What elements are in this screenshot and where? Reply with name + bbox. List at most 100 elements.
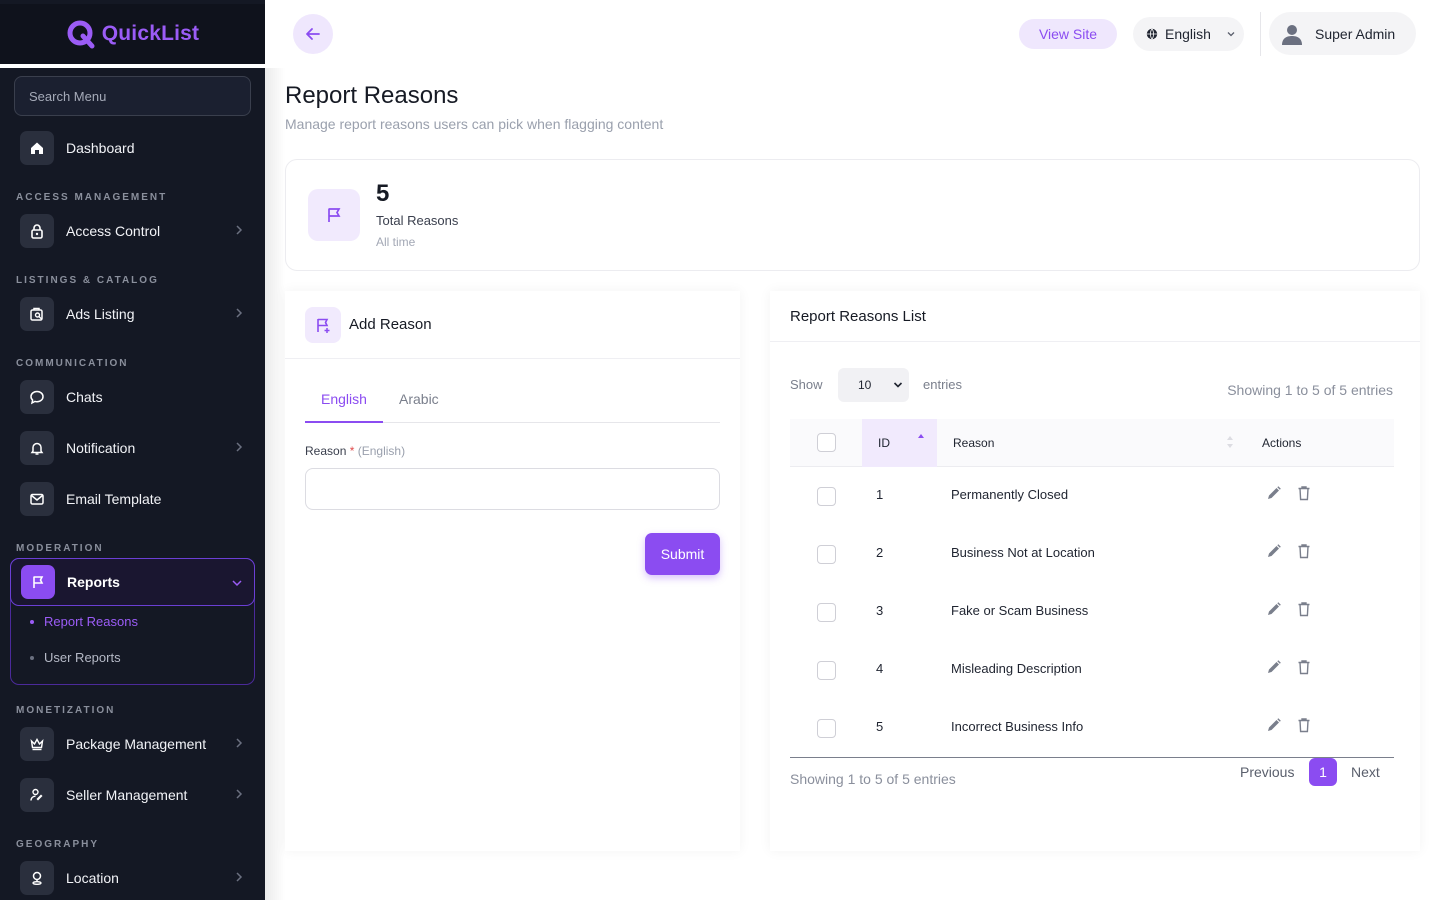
sidebar-item-ads-listing[interactable]: Ads Listing [20,296,248,332]
flag-icon [308,189,360,241]
user-menu[interactable]: Super Admin [1269,12,1416,55]
sidebar-item-label: Ads Listing [66,306,135,322]
row-id: 3 [876,603,884,618]
row-actions [1266,601,1312,617]
add-reason-title: Add Reason [349,316,432,333]
sidebar-item-location[interactable]: Location [20,860,248,896]
list-title: Report Reasons List [790,308,926,325]
add-reason-card: Add Reason English Arabic Reason * (Engl… [285,291,740,851]
sidebar-item-access-control[interactable]: Access Control [20,213,248,249]
app-name: QuickList [101,22,200,45]
entries-select[interactable]: 10 [838,368,909,402]
sidebar-item-dashboard[interactable]: Dashboard [20,130,248,166]
pagination-next[interactable]: Next [1351,764,1380,780]
reason-input[interactable] [305,468,720,510]
section-label-moderation: MODERATION [16,543,104,554]
delete-icon[interactable] [1296,717,1312,733]
column-header-id[interactable]: ID [878,436,890,450]
chevron-down-icon [1227,32,1235,37]
pagination-page-1[interactable]: 1 [1309,758,1337,786]
column-header-reason[interactable]: Reason [953,436,994,450]
row-reason: Misleading Description [951,661,1082,676]
delete-icon[interactable] [1296,601,1312,617]
row-id: 1 [876,487,884,502]
table-bottom-border [790,757,1394,758]
sidebar-item-label: Notification [66,440,136,456]
sidebar-item-label: Dashboard [66,140,135,156]
sidebar-item-chats[interactable]: Chats [20,379,248,415]
edit-icon[interactable] [1266,485,1282,501]
tab-arabic[interactable]: Arabic [399,391,439,423]
list-header: Report Reasons List [770,291,1420,342]
sidebar-item-label: Package Management [66,736,207,752]
report-reasons-list-card: Report Reasons List Show 10 entries Show… [770,291,1420,851]
avatar [1282,24,1302,45]
sidebar-item-reports[interactable]: Reports [10,558,255,606]
row-id: 4 [876,661,884,676]
search-menu-input[interactable] [14,76,251,116]
select-all-checkbox[interactable] [817,433,836,452]
sidebar-subitem-user-reports[interactable]: User Reports [30,650,121,665]
table-row: 2 Business Not at Location [790,525,1394,583]
row-actions [1266,659,1312,675]
sidebar-item-package-management[interactable]: Package Management [20,726,248,762]
stat-value: 5 [376,180,390,207]
reason-label-text: Reason [305,444,347,458]
location-pin-icon [20,861,54,895]
stat-sublabel: All time [376,235,416,249]
row-checkbox[interactable] [817,661,836,680]
add-reason-header: Add Reason [285,291,740,359]
view-site-button[interactable]: View Site [1019,19,1117,49]
sort-asc-icon [918,434,924,438]
sidebar-subitem-label: User Reports [44,650,121,665]
row-checkbox[interactable] [817,545,836,564]
sidebar-item-notification[interactable]: Notification [20,430,248,466]
bullet-dot [30,619,34,624]
bell-icon [20,431,54,465]
row-id: 5 [876,719,884,734]
chevron-right-icon [236,872,243,882]
listing-search-icon [20,297,54,331]
delete-icon[interactable] [1296,659,1312,675]
page-title: Report Reasons [285,82,459,109]
sidebar-subitem-report-reasons[interactable]: Report Reasons [30,614,138,629]
edit-icon[interactable] [1266,601,1282,617]
stat-label: Total Reasons [376,213,459,228]
edit-icon[interactable] [1266,659,1282,675]
edit-icon[interactable] [1266,717,1282,733]
sidebar-item-label: Seller Management [66,787,188,803]
back-button[interactable] [293,14,333,54]
row-checkbox[interactable] [817,487,836,506]
showing-info-top: Showing 1 to 5 of 5 entries [1227,382,1393,398]
table-row: 1 Permanently Closed [790,467,1394,525]
chevron-down-icon [232,580,242,587]
language-selector[interactable]: English [1133,17,1244,51]
chevron-right-icon [236,308,243,318]
delete-icon[interactable] [1296,543,1312,559]
row-checkbox[interactable] [817,603,836,622]
crown-icon [20,727,54,761]
table-header: ID Reason Actions [790,419,1394,467]
sidebar-item-label: Access Control [66,223,161,239]
edit-icon[interactable] [1266,543,1282,559]
submit-button[interactable]: Submit [645,533,720,575]
chat-icon [20,380,54,414]
chevron-right-icon [236,738,243,748]
sidebar-item-label: Email Template [66,491,162,507]
chevron-down-icon [893,382,903,388]
sidebar-item-email-template[interactable]: Email Template [20,481,248,517]
chevron-right-icon [236,789,243,799]
delete-icon[interactable] [1296,485,1312,501]
table-row: 3 Fake or Scam Business [790,583,1394,641]
section-label-monetization: MONETIZATION [16,705,116,716]
home-icon [20,131,54,165]
row-actions [1266,485,1312,501]
row-checkbox[interactable] [817,719,836,738]
entries-label: entries [923,377,963,392]
sidebar-item-seller-management[interactable]: Seller Management [20,777,248,813]
pagination-previous[interactable]: Previous [1240,764,1294,780]
logo-icon [66,19,96,49]
user-edit-icon [20,778,54,812]
tab-english[interactable]: English [305,391,383,423]
reason-field-label: Reason * (English) [305,444,405,458]
